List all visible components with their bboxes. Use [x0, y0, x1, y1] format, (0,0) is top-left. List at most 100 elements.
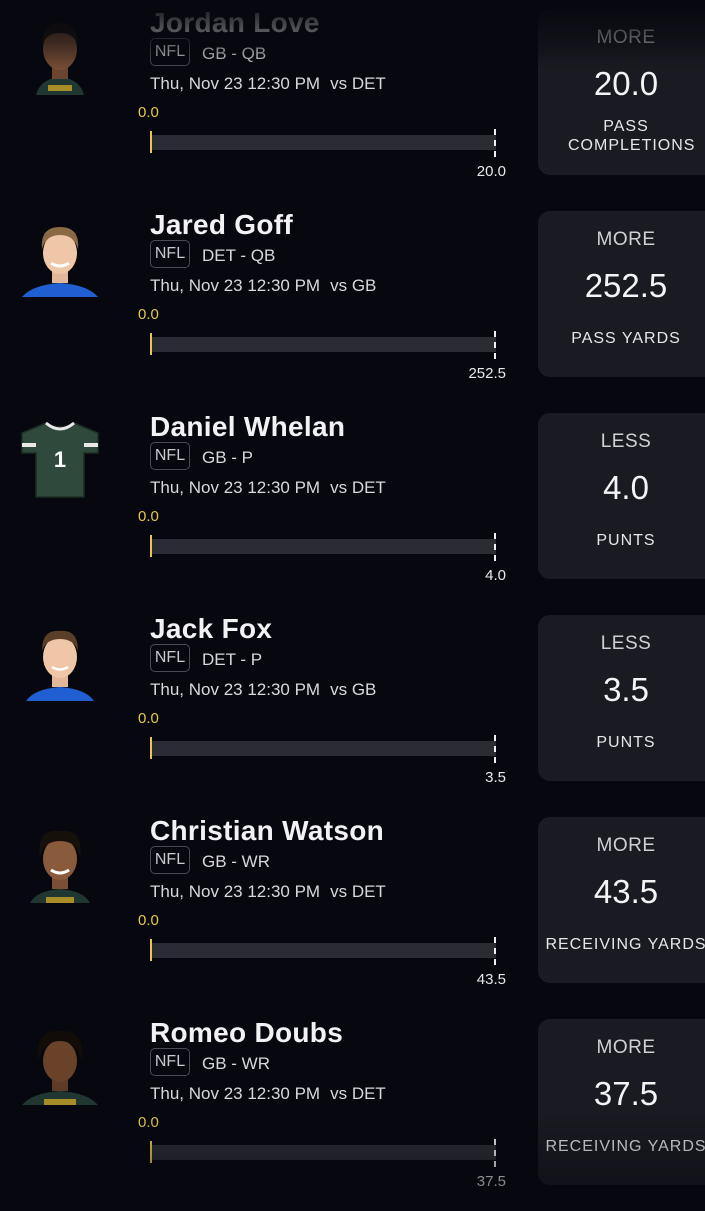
progress-target-label: 4.0: [485, 567, 506, 584]
league-badge: NFL: [150, 442, 190, 470]
pick-line: 3.5: [603, 671, 649, 708]
pick-direction: MORE: [596, 835, 656, 856]
progress-target-marker: [494, 129, 496, 157]
pick-direction: LESS: [600, 431, 652, 452]
progress-target-marker: [494, 937, 496, 965]
progress-start-label: 0.0: [138, 1114, 159, 1131]
progress-target-label: 3.5: [485, 769, 506, 786]
game-date: Thu, Nov 23 12:30 PM: [150, 680, 321, 699]
pick-row[interactable]: Jack Fox NFL DET - P Thu, Nov 23 12:30 P…: [0, 605, 705, 807]
progress-start-label: 0.0: [138, 508, 159, 525]
league-badge: NFL: [150, 644, 190, 672]
progress-track: [150, 135, 496, 150]
game-date: Thu, Nov 23 12:30 PM: [150, 74, 321, 93]
pick-row[interactable]: 1 Daniel Whelan NFL GB - P Thu, Nov 23 1…: [0, 403, 705, 605]
progress-start-label: 0.0: [138, 306, 159, 323]
progress-target-label: 37.5: [476, 1173, 506, 1190]
league-badge: NFL: [150, 846, 190, 874]
progress-target-marker: [494, 1139, 496, 1167]
game-time: Thu, Nov 23 12:30 PM vs DET: [150, 882, 386, 902]
player-avatar: 1: [18, 415, 102, 499]
game-time: Thu, Nov 23 12:30 PM vs GB: [150, 680, 376, 700]
jersey-icon: 1: [21, 421, 99, 498]
opponent: vs DET: [330, 882, 386, 901]
progress-track: [150, 337, 496, 352]
pick-row[interactable]: Christian Watson NFL GB - WR Thu, Nov 23…: [0, 807, 705, 1009]
team-position: GB - WR: [202, 852, 270, 871]
team-position: DET - QB: [202, 246, 276, 265]
opponent: vs DET: [330, 74, 386, 93]
pick-direction: LESS: [600, 633, 652, 654]
pick-card[interactable]: LESS 3.5 PUNTS: [538, 615, 705, 781]
player-avatar: [18, 617, 102, 701]
pick-stat: PASS YARDS: [571, 330, 681, 347]
progress-target-label: 20.0: [476, 163, 506, 180]
pick-row[interactable]: Jordan Love NFL GB - QB Thu, Nov 23 12:3…: [0, 0, 705, 201]
pick-direction: MORE: [596, 1037, 656, 1058]
pick-card[interactable]: MORE 252.5 PASS YARDS: [538, 211, 705, 377]
game-time: Thu, Nov 23 12:30 PM vs GB: [150, 276, 376, 296]
pick-line: 4.0: [603, 469, 649, 506]
progress-target-label: 43.5: [476, 971, 506, 988]
game-date: Thu, Nov 23 12:30 PM: [150, 882, 321, 901]
jersey-number: 1: [54, 447, 66, 472]
game-time: Thu, Nov 23 12:30 PM vs DET: [150, 478, 386, 498]
pick-direction: MORE: [596, 229, 656, 250]
pick-stat: PUNTS: [596, 734, 656, 751]
pick-card[interactable]: LESS 4.0 PUNTS: [538, 413, 705, 579]
team-position: GB - WR: [202, 1054, 270, 1073]
game-date: Thu, Nov 23 12:30 PM: [150, 478, 321, 497]
progress-start-label: 0.0: [138, 104, 159, 121]
player-name: Daniel Whelan: [150, 411, 346, 442]
opponent: vs GB: [330, 276, 377, 295]
progress-current-marker: [150, 1141, 152, 1163]
progress-target-marker: [494, 735, 496, 763]
player-avatar: [18, 213, 102, 297]
opponent: vs DET: [330, 478, 386, 497]
league-badge: NFL: [150, 38, 190, 66]
player-avatar: [18, 819, 102, 903]
player-avatar: [18, 11, 102, 95]
team-position: DET - P: [202, 650, 263, 669]
pick-card[interactable]: MORE 43.5 RECEIVING YARDS: [538, 817, 705, 983]
player-name: Jack Fox: [150, 613, 273, 644]
progress-current-marker: [150, 333, 152, 355]
game-time: Thu, Nov 23 12:30 PM vs DET: [150, 1084, 386, 1104]
pick-line: 20.0: [593, 65, 659, 102]
progress-current-marker: [150, 939, 152, 961]
game-date: Thu, Nov 23 12:30 PM: [150, 276, 321, 295]
pick-line: 37.5: [593, 1075, 659, 1112]
progress-target-marker: [494, 331, 496, 359]
player-name: Jared Goff: [150, 209, 294, 240]
progress-track: [150, 741, 496, 756]
pick-line: 43.5: [593, 873, 659, 910]
progress-current-marker: [150, 131, 152, 153]
progress-target-marker: [494, 533, 496, 561]
pick-stat: PUNTS: [596, 532, 656, 549]
progress-target-label: 252.5: [468, 365, 506, 382]
player-name: Jordan Love: [150, 7, 320, 38]
pick-line: 252.5: [584, 267, 668, 304]
pick-stat: RECEIVING YARDS: [545, 1138, 705, 1155]
player-avatar: [18, 1021, 102, 1105]
progress-current-marker: [150, 535, 152, 557]
opponent: vs DET: [330, 1084, 386, 1103]
progress-start-label: 0.0: [138, 912, 159, 929]
pick-row[interactable]: Jared Goff NFL DET - QB Thu, Nov 23 12:3…: [0, 201, 705, 403]
progress-start-label: 0.0: [138, 710, 159, 727]
league-badge: NFL: [150, 240, 190, 268]
team-position: GB - P: [202, 448, 254, 467]
game-time: Thu, Nov 23 12:30 PM vs DET: [150, 74, 386, 94]
pick-stat: RECEIVING YARDS: [545, 936, 705, 953]
progress-track: [150, 539, 496, 554]
progress-current-marker: [150, 737, 152, 759]
opponent: vs GB: [330, 680, 377, 699]
player-name: Romeo Doubs: [150, 1017, 344, 1048]
league-badge: NFL: [150, 1048, 190, 1076]
progress-track: [150, 1145, 496, 1160]
pick-card[interactable]: MORE 20.0 PASS COMPLETIONS: [538, 9, 705, 175]
pick-card[interactable]: MORE 37.5 RECEIVING YARDS: [538, 1019, 705, 1185]
pick-row[interactable]: Romeo Doubs NFL GB - WR Thu, Nov 23 12:3…: [0, 1009, 705, 1211]
pick-stat: PASS COMPLETIONS: [568, 118, 696, 154]
player-name: Christian Watson: [150, 815, 384, 846]
